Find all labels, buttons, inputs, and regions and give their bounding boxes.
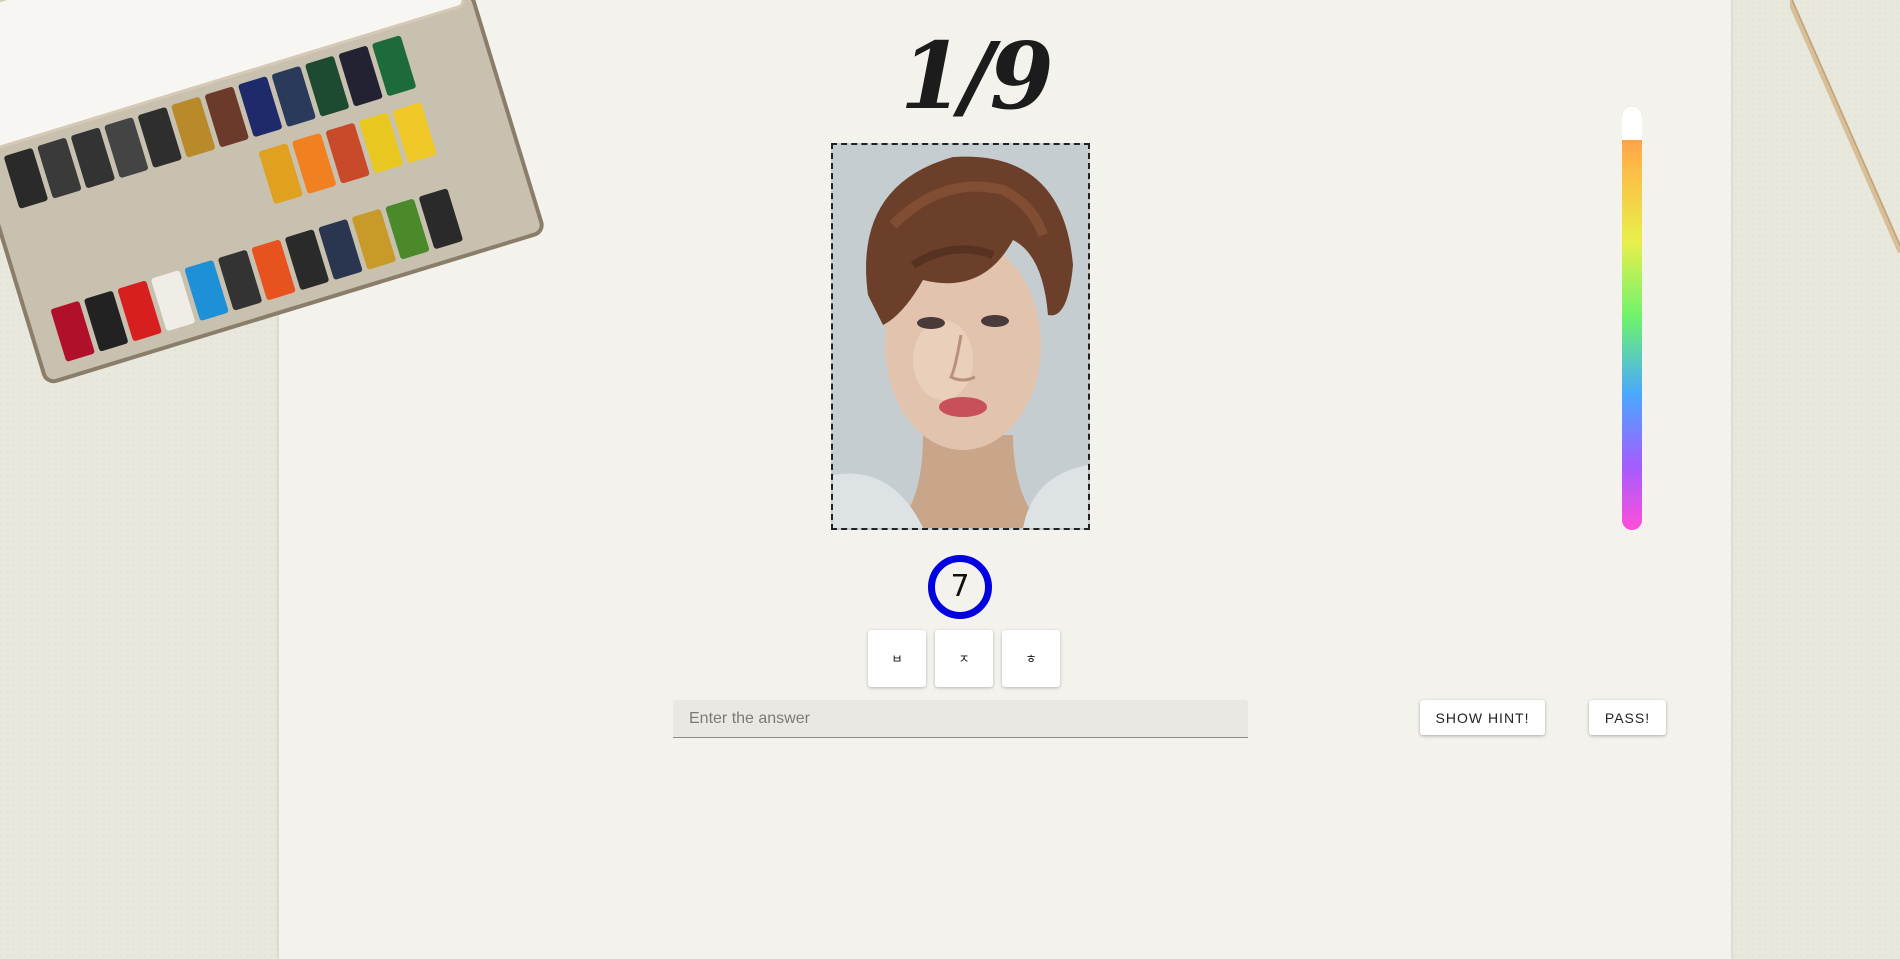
paintbrush-decoration bbox=[1790, 0, 1900, 253]
question-counter: 1/9 bbox=[900, 22, 1054, 130]
progress-meter-empty bbox=[1622, 106, 1642, 140]
answer-input[interactable] bbox=[673, 700, 1248, 738]
hint-letter-tile: ㅎ bbox=[1002, 630, 1060, 687]
pass-button[interactable]: PASS! bbox=[1589, 700, 1666, 735]
page: 1/9 7 ㅂ ㅈ ㅎ SHOW H bbox=[0, 0, 1900, 959]
hint-letter-tile: ㅂ bbox=[868, 630, 926, 687]
hint-letter-tiles: ㅂ ㅈ ㅎ bbox=[868, 630, 1060, 687]
countdown-timer: 7 bbox=[928, 555, 992, 619]
watercolor-palette-decoration bbox=[0, 0, 544, 384]
painted-portrait-image bbox=[831, 143, 1090, 530]
show-hint-button[interactable]: SHOW HINT! bbox=[1420, 700, 1545, 735]
progress-meter bbox=[1622, 106, 1642, 530]
hint-letter-tile: ㅈ bbox=[935, 630, 993, 687]
